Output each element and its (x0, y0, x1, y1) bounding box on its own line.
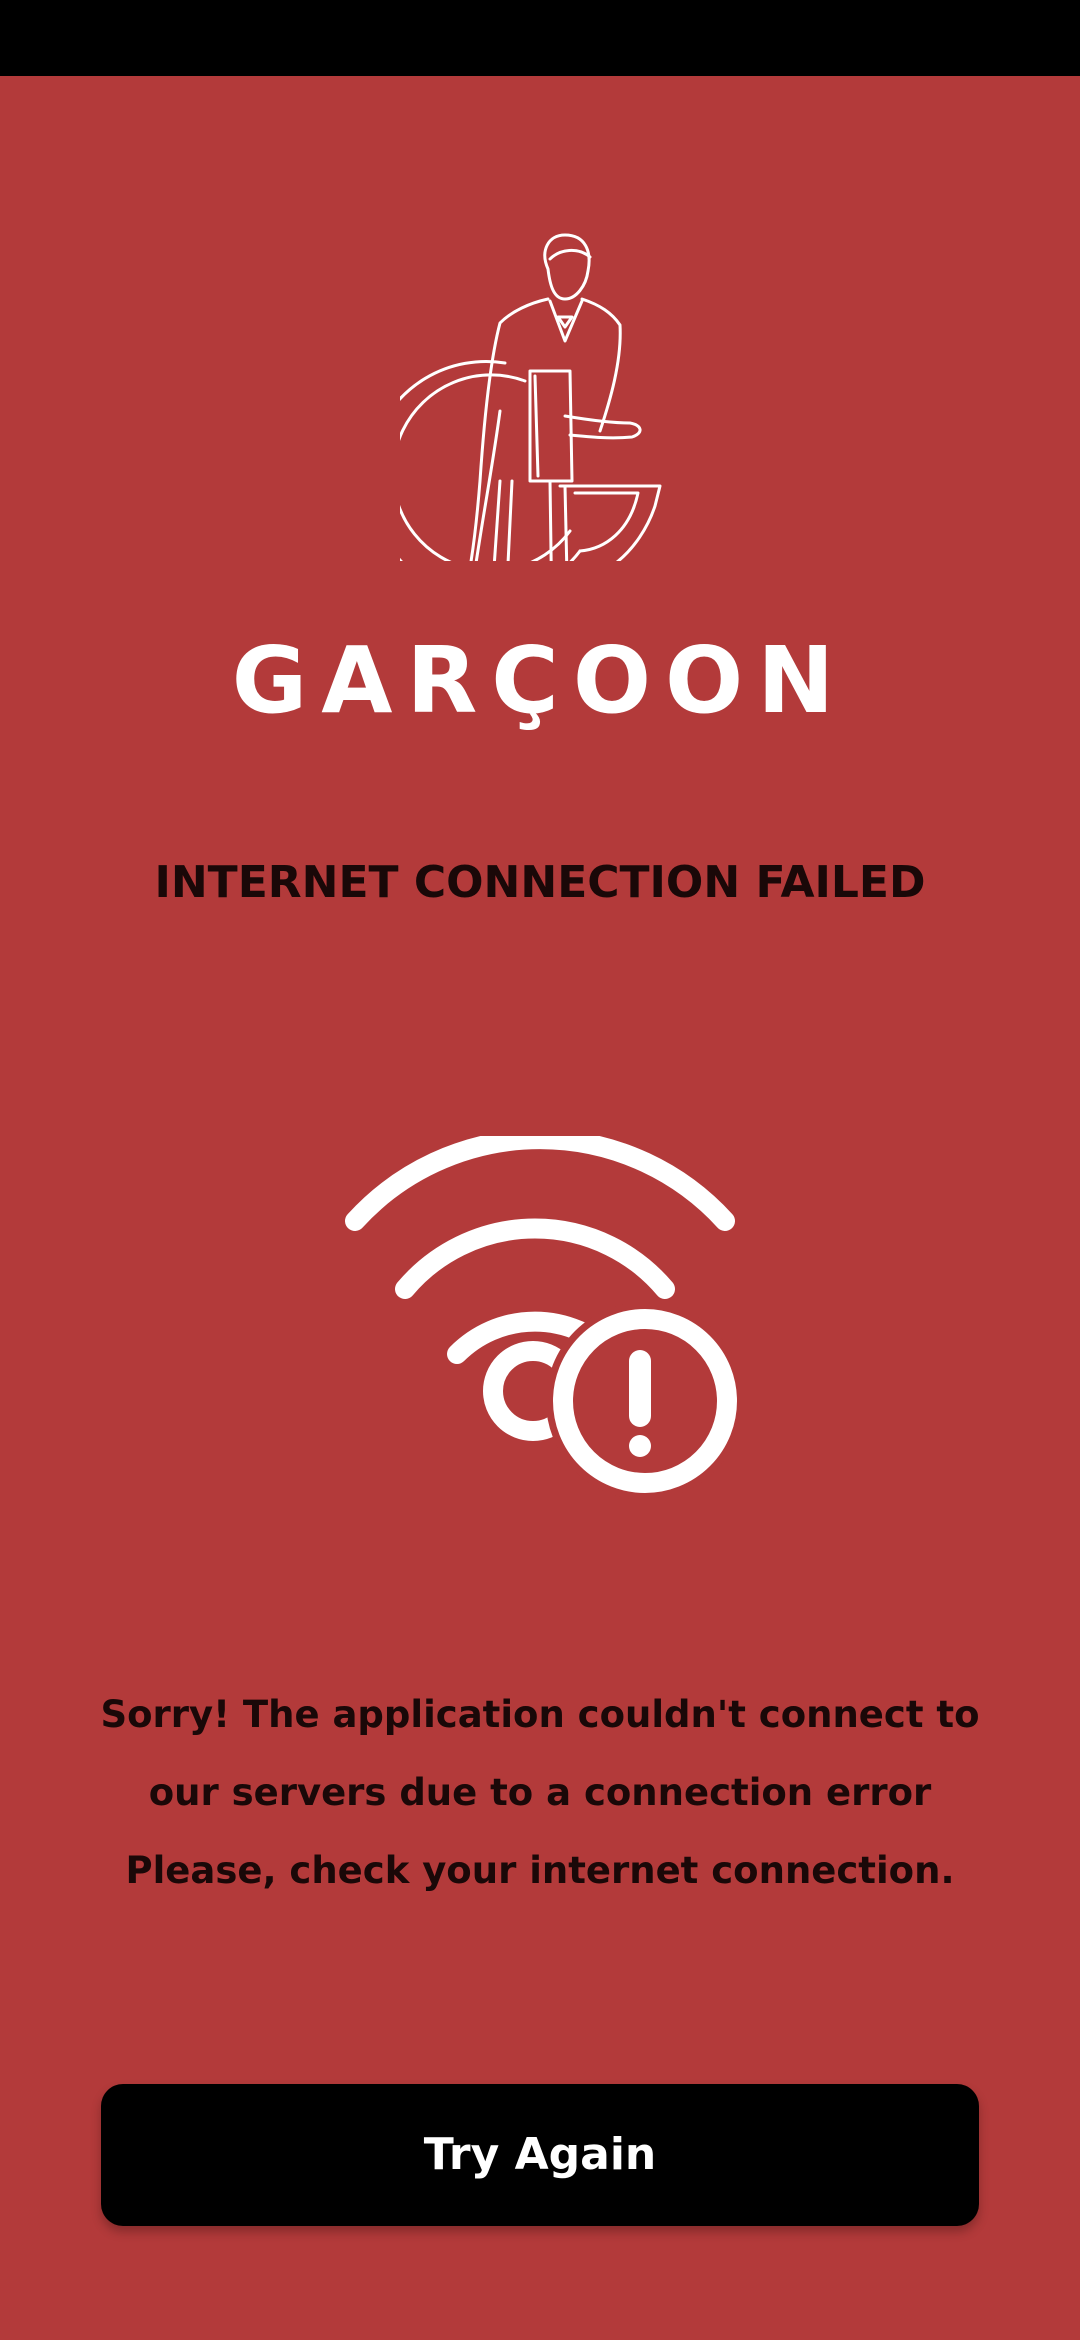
try-again-button[interactable]: Try Again (101, 2084, 979, 2226)
wifi-error-icon (345, 1136, 740, 1500)
error-message-line: our servers due to a connection error (148, 1771, 932, 1814)
connection-error-screen: GARÇOON INTERNET CONNECTION FAILED Sorry… (0, 76, 1080, 2340)
waiter-logo-icon (400, 233, 662, 561)
error-title: INTERNET CONNECTION FAILED (154, 857, 926, 908)
error-message-line: Sorry! The application couldn't connect … (100, 1693, 980, 1736)
brand-logo: GARÇOON (0, 231, 1080, 741)
brand-name: GARÇOON (231, 627, 849, 734)
error-message: Sorry! The application couldn't connect … (100, 1676, 980, 1910)
status-bar (0, 0, 1080, 76)
error-message-line: Please, check your internet connection. (125, 1849, 955, 1892)
